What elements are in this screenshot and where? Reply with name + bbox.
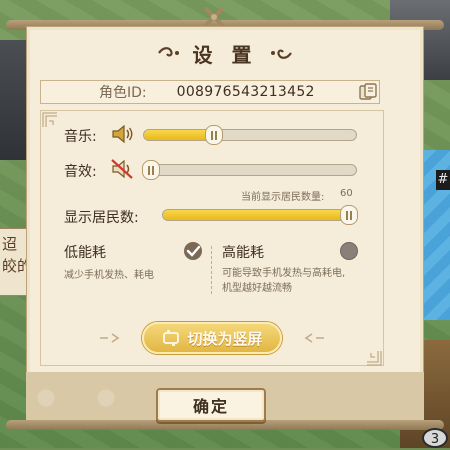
confirm-button[interactable]: 确定 <box>156 388 266 422</box>
speaker-muted-icon[interactable] <box>110 158 134 180</box>
player-id-value: 008976543213452 <box>176 84 315 100</box>
switch-orientation-label: 切换为竖屏 <box>187 329 263 348</box>
sfx-label: 音效: <box>64 164 97 180</box>
ornament-right-icon <box>304 333 324 343</box>
current-residents-label: 当前显示居民数量: <box>241 192 325 203</box>
music-slider[interactable] <box>143 129 357 141</box>
player-id-strip: 角色ID: 008976543213452 <box>40 80 380 104</box>
copy-icon[interactable] <box>358 82 378 102</box>
high-power-radio[interactable] <box>340 242 358 260</box>
divider <box>211 246 212 296</box>
ornament-left-icon <box>100 333 120 343</box>
player-id-label: 角色ID: <box>99 85 147 101</box>
high-power-title: 高能耗 <box>222 245 264 261</box>
residents-slider-thumb[interactable] <box>340 205 358 225</box>
high-power-desc-line1: 可能导致手机发热与高耗电, <box>222 268 346 279</box>
high-power-desc-line2: 机型越好越流畅 <box>222 283 292 294</box>
map-marker: # <box>436 170 450 190</box>
rotate-screen-icon <box>163 330 180 346</box>
map-badge: 3 <box>422 428 448 448</box>
corner-ornament-icon <box>367 351 382 366</box>
switch-orientation-button[interactable]: 切换为竖屏 <box>142 322 282 354</box>
residents-slider-fill <box>163 210 356 220</box>
sfx-slider[interactable] <box>143 164 357 176</box>
scroll-knot-icon <box>204 7 224 27</box>
music-slider-thumb[interactable] <box>204 125 223 145</box>
low-power-radio[interactable] <box>184 242 202 260</box>
dialog-title: 设 置 <box>192 42 258 67</box>
confirm-label: 确定 <box>192 397 229 416</box>
residents-slider[interactable] <box>162 209 357 221</box>
music-label: 音乐: <box>64 129 97 145</box>
corner-ornament-icon <box>42 112 57 127</box>
speaker-icon[interactable] <box>110 123 134 145</box>
residents-label: 显示居民数: <box>64 210 139 226</box>
ornament-right-icon <box>271 49 293 59</box>
dialog-header: 设 置 <box>26 36 424 70</box>
check-icon <box>186 245 201 257</box>
ornament-left-icon <box>157 47 179 57</box>
low-power-desc: 减少手机发热、耗电 <box>64 270 154 281</box>
side-banner: 迢 皎的 <box>0 228 32 296</box>
current-residents-value: 60 <box>340 188 353 199</box>
sfx-slider-thumb[interactable] <box>142 160 160 180</box>
low-power-title: 低能耗 <box>64 245 106 261</box>
